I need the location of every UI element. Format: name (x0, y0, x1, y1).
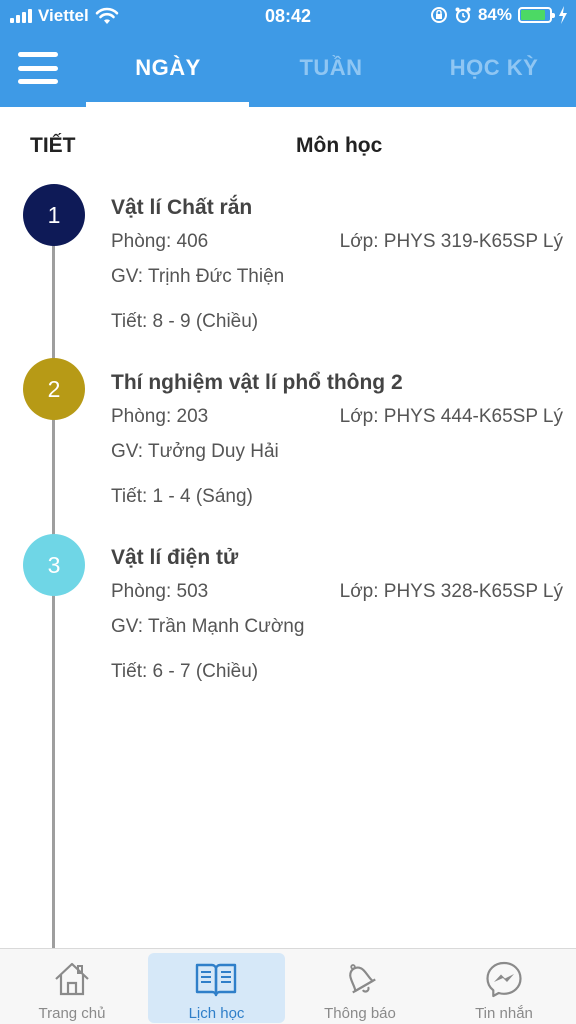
nav-home[interactable]: Trang chủ (0, 949, 144, 1024)
subject-name: Thí nghiệm vật lí phổ thông 2 (111, 371, 403, 394)
hamburger-menu-icon (18, 52, 58, 57)
rotation-lock-icon (430, 7, 447, 23)
tab-week[interactable]: TUẦN (251, 55, 411, 81)
messenger-icon (486, 961, 522, 998)
period-index-badge: 2 (23, 358, 85, 420)
column-header-subject: Môn học (296, 134, 383, 157)
column-header-period: TIẾT (30, 134, 76, 157)
alarm-icon (455, 7, 471, 23)
period-label: Tiết: 1 - 4 (Sáng) (111, 486, 253, 507)
teacher-label: GV: Tưởng Duy Hải (111, 441, 279, 462)
period-index-badge: 1 (23, 184, 85, 246)
battery-percent: 84% (477, 5, 512, 24)
period-label: Tiết: 6 - 7 (Chiều) (111, 661, 259, 682)
charging-icon (559, 6, 567, 24)
tab-semester[interactable]: HỌC KỲ (414, 55, 574, 81)
subject-name: Vật lí Chất rắn (111, 196, 253, 219)
subject-name: Vật lí điện tử (111, 546, 239, 569)
nav-schedule-label: Lịch học (188, 1005, 245, 1022)
battery-icon (518, 7, 555, 23)
room-label: Phòng: 203 (111, 406, 209, 427)
class-label: Lớp: PHYS 319-K65SP Lý (339, 231, 563, 252)
home-icon (55, 962, 89, 996)
nav-schedule[interactable]: Lịch học (148, 953, 285, 1023)
app-header: Viettel 08:42 84% NGÀY TUẦN HỌC KỲ (0, 0, 576, 107)
nav-notifications-label: Thông báo (324, 1005, 396, 1022)
nav-messages[interactable]: Tin nhắn (432, 949, 576, 1024)
menu-button[interactable] (18, 52, 58, 84)
nav-notifications[interactable]: Thông báo (288, 949, 432, 1024)
bell-icon (349, 964, 376, 994)
nav-home-label: Trang chủ (38, 1005, 106, 1022)
battery-fill (521, 10, 545, 20)
teacher-label: GV: Trịnh Đức Thiện (111, 266, 285, 287)
status-right: 84% (430, 5, 568, 25)
period-index-badge: 3 (23, 534, 85, 596)
class-label: Lớp: PHYS 328-K65SP Lý (339, 581, 563, 602)
room-label: Phòng: 406 (111, 231, 209, 252)
nav-messages-label: Tin nhắn (475, 1005, 533, 1022)
status-bar: Viettel 08:42 84% (0, 0, 576, 34)
book-icon (195, 963, 237, 997)
class-label: Lớp: PHYS 444-K65SP Lý (339, 406, 563, 427)
teacher-label: GV: Trần Mạnh Cường (111, 616, 305, 637)
active-tab-indicator (86, 102, 249, 107)
bottom-navigation: Trang chủ Lịch học Thông báo Tin nhắn (0, 948, 576, 1024)
room-label: Phòng: 503 (111, 581, 209, 602)
tab-day[interactable]: NGÀY (88, 55, 248, 81)
period-label: Tiết: 8 - 9 (Chiều) (111, 311, 259, 332)
